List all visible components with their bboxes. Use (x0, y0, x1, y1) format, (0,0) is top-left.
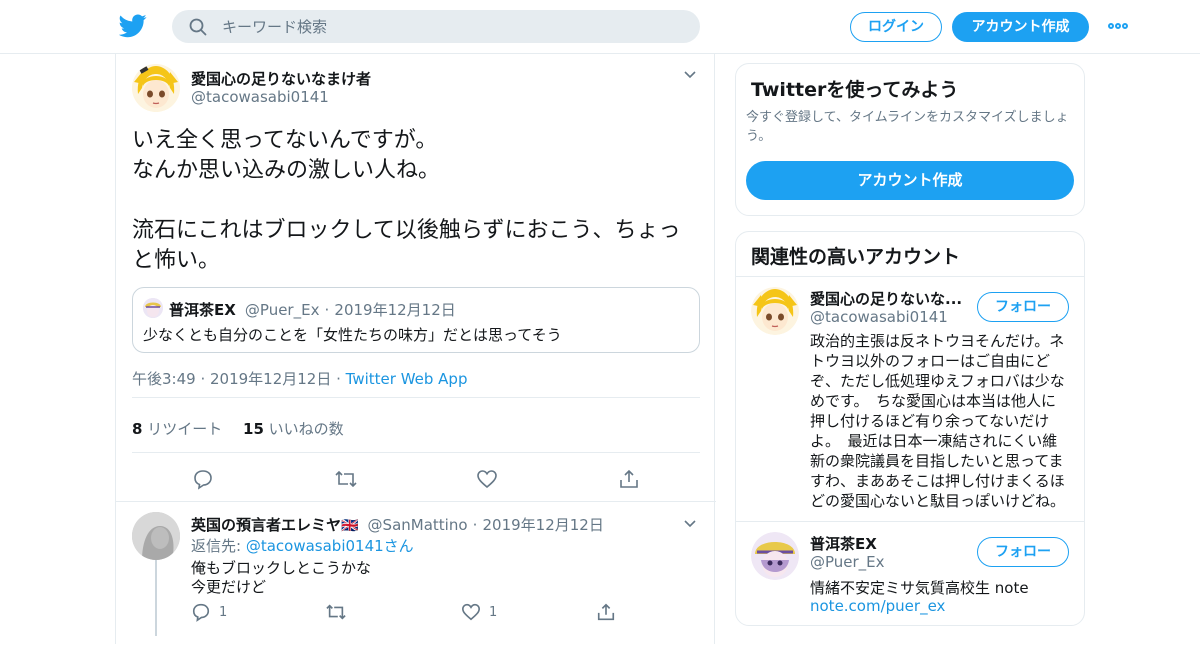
avatar-image-icon (132, 512, 180, 560)
quote-author-handle: @Puer_Ex (244, 301, 320, 319)
tweet-text: いえ全く思ってないんですが。 なんか思い込みの激しい人ね。 流石にこれはブロック… (132, 128, 681, 273)
divider (132, 452, 700, 453)
related-account-name[interactable]: 普洱茶EX (810, 533, 877, 554)
thread-line (155, 560, 157, 636)
related-account[interactable]: 愛国心の足りないな... @tacowasabi0141 フォロー 政治的主張は… (736, 277, 1084, 521)
quote-author-name: 普洱茶EX (169, 301, 236, 319)
tweet-source-link[interactable]: Twitter Web App (346, 370, 468, 388)
like-icon[interactable] (476, 468, 498, 494)
uk-flag-icon: 🇬🇧 (341, 518, 359, 534)
main-column: 愛国心の足りないなまけ者 @tacowasabi0141 いえ全く思ってないんで… (115, 54, 716, 644)
quote-text: 少なくとも自分のことを「女性たちの味方」だとは思ってそう (143, 326, 562, 344)
reply-icon[interactable] (191, 602, 211, 626)
author-name[interactable]: 愛国心の足りないなまけ者 (191, 68, 371, 89)
related-account-handle[interactable]: @Puer_Ex (810, 553, 885, 571)
avatar-image-icon (143, 298, 163, 318)
more-options-icon[interactable] (1106, 17, 1130, 37)
chevron-down-icon[interactable] (684, 520, 696, 528)
related-account-bio: 政治的主張は反ネトウヨそんだけ。ネトウヨ以外のフォローはご自由にどぞ、ただし低処… (810, 332, 1066, 510)
reply-to-link[interactable]: @tacowasabi0141 (246, 537, 384, 555)
quote-separator: · (324, 301, 330, 319)
tweet-timestamp[interactable]: 午後3:49 · 2019年12月12日 · (132, 370, 346, 388)
follow-button[interactable]: フォロー (977, 292, 1069, 322)
share-icon[interactable] (618, 468, 640, 494)
reply-separator: · (472, 516, 478, 534)
tweet-stats: 8 リツイート 15 いいねの数 (132, 418, 344, 439)
signup-card-button[interactable]: アカウント作成 (746, 161, 1074, 200)
retweet-icon[interactable] (334, 468, 358, 494)
reply-author-avatar[interactable] (132, 512, 180, 560)
related-account-name[interactable]: 愛国心の足りないな... (810, 288, 970, 309)
twitter-logo-icon[interactable] (119, 13, 147, 39)
quoted-tweet[interactable]: 普洱茶EX @Puer_Ex · 2019年12月12日 少なくとも自分のことを… (132, 287, 700, 353)
signup-card-description: 今すぐ登録して、タイムラインをカスタマイズしましょう。 (746, 110, 1069, 144)
avatar-image-icon (751, 287, 799, 335)
reply-author-name[interactable]: 英国の預言者エレミヤ (191, 516, 341, 534)
search-input[interactable] (222, 10, 682, 43)
retweet-icon[interactable] (325, 602, 347, 626)
reply-author-handle[interactable]: @SanMattino (368, 516, 468, 534)
reply-text-line-2: 今更だけど (191, 578, 267, 596)
signup-card: Twitterを使ってみよう 今すぐ登録して、タイムラインをカスタマイズしましょ… (735, 63, 1085, 216)
top-bar: ログイン アカウント作成 (0, 0, 1200, 54)
chevron-down-icon[interactable] (684, 71, 696, 79)
reply-actions: 1 1 (191, 602, 701, 626)
related-accounts-card: 関連性の高いアカウント 愛国心の足りないな... @tacowasabi0141… (735, 231, 1085, 626)
reply-to-line: 返信先: @tacowasabi0141さん (191, 537, 414, 555)
follow-button[interactable]: フォロー (977, 537, 1069, 567)
retweet-stat[interactable]: 8 リツイート (132, 420, 222, 438)
reply-count: 1 (219, 605, 228, 620)
related-accounts-title: 関連性の高いアカウント (751, 246, 961, 268)
quote-date: 2019年12月12日 (334, 301, 456, 319)
like-icon[interactable] (461, 602, 481, 626)
related-account-bio: 情緒不安定ミサ気質高校生 note (810, 579, 1029, 597)
reply-date[interactable]: 2019年12月12日 (482, 516, 603, 534)
related-account-avatar[interactable] (751, 287, 799, 335)
tweet-actions (116, 462, 716, 502)
tweet-meta: 午後3:49 · 2019年12月12日 · Twitter Web App (132, 368, 467, 389)
like-stat[interactable]: 15 いいねの数 (243, 420, 344, 438)
login-button[interactable]: ログイン (850, 12, 942, 42)
search-icon (189, 18, 207, 36)
author-avatar[interactable] (132, 64, 180, 112)
avatar-image-icon (132, 64, 180, 112)
author-handle[interactable]: @tacowasabi0141 (191, 88, 329, 106)
reply-text-line-1: 俺もブロックしとこうかな (191, 559, 372, 577)
related-account-link[interactable]: note.com/puer_ex (810, 597, 945, 615)
related-account-handle[interactable]: @tacowasabi0141 (810, 308, 948, 326)
search-bar[interactable] (172, 10, 700, 43)
reply-tweet[interactable]: 英国の預言者エレミヤ🇬🇧 @SanMattino · 2019年12月12日 返… (116, 501, 716, 651)
share-icon[interactable] (596, 602, 616, 626)
related-account-avatar[interactable] (751, 532, 799, 580)
related-account[interactable]: 普洱茶EX @Puer_Ex フォロー 情緒不安定ミサ気質高校生 note no… (736, 522, 1084, 622)
like-count: 1 (489, 605, 498, 620)
divider (132, 397, 700, 398)
signup-button[interactable]: アカウント作成 (952, 12, 1089, 42)
avatar-image-icon (751, 532, 799, 580)
reply-icon[interactable] (192, 468, 214, 494)
quote-author-avatar (143, 298, 163, 318)
signup-card-title: Twitterを使ってみよう (751, 79, 959, 101)
